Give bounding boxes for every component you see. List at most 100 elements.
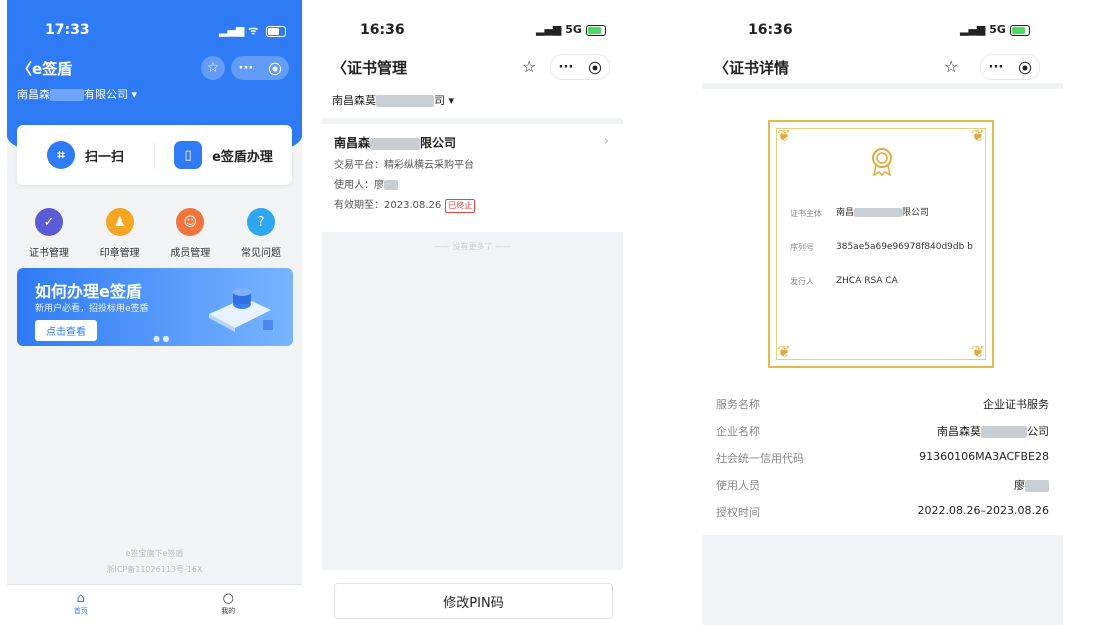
quick-actions-card: ⌗ 扫一扫 ▯ e签盾办理 xyxy=(17,125,292,185)
menu-label: 常见问题 xyxy=(240,248,281,259)
footer-brand: e签宝旗下e签盾 xyxy=(125,549,184,558)
menu-label: 证书管理 xyxy=(29,248,69,259)
guide-banner[interactable]: 如何办理e签盾 新用户必看，招投标用e签盾 点击查看 ● ● xyxy=(17,268,293,346)
tab-label: 我的 xyxy=(221,607,236,615)
network-type: 5G xyxy=(565,23,582,36)
mini-program-capsule[interactable]: ··· ⦿ xyxy=(550,54,610,80)
star-icon[interactable]: ☆ xyxy=(944,57,958,76)
no-more-hint: —— 没有更多了 —— xyxy=(433,242,512,251)
banner-title: 如何办理e签盾 xyxy=(35,282,142,301)
tab-mine[interactable]: ○ 我的 xyxy=(155,585,303,625)
phone-cert-management: 16:36 ▂▄▆ 5G 〈证书管理 ☆ ··· ⦿ 南昌森莫 司 ▾ 南昌森 限公司… xyxy=(322,0,623,625)
cert-issuer-label: 发行人 xyxy=(790,277,814,286)
cert-issuer-value: ZHCA RSA CA xyxy=(836,276,898,286)
tab-home[interactable]: ⌂ 首页 xyxy=(7,585,155,625)
banner-view-button[interactable]: 点击查看 xyxy=(35,320,97,341)
back-button[interactable]: 〈证书管理 xyxy=(332,57,407,78)
page-title: 证书详情 xyxy=(729,59,790,77)
menu-faq[interactable]: ? 常见问题 xyxy=(231,208,291,259)
back-button[interactable]: 〈e签盾 xyxy=(17,58,72,79)
no-more-text: 没有更多了 xyxy=(452,242,493,251)
status-badge: 已终止 xyxy=(445,199,476,213)
more-icon[interactable]: ··· xyxy=(239,61,254,76)
info-value: 企业证书服务 xyxy=(983,398,1049,411)
cert-serial-row: 序列号 385ae5a69e96978f840d9db b xyxy=(790,242,973,253)
close-target-icon[interactable]: ⦿ xyxy=(268,59,281,78)
mini-program-capsule[interactable]: ··· ⦿ xyxy=(980,54,1040,80)
apply-button[interactable]: ▯ e签盾办理 xyxy=(155,141,292,169)
chevron-right-icon: › xyxy=(603,134,609,149)
cert-user: 使用人：廖 xyxy=(334,176,398,191)
certificate-card: ❦ ❦ ❦ ❦ 证书主体 南昌 限公司 序列号 385ae5a69e96978f8… xyxy=(768,120,994,368)
redacted-block xyxy=(370,137,421,150)
shield-icon: ✓ xyxy=(35,208,63,236)
cert-platform: 交易平台：精彩纵横云采购平台 xyxy=(334,160,474,171)
company-selector[interactable]: 南昌森莫 司 ▾ xyxy=(332,92,454,108)
close-target-icon[interactable]: ⦿ xyxy=(1018,58,1031,77)
apply-label: e签盾办理 xyxy=(212,149,273,165)
tab-label: 首页 xyxy=(73,607,88,615)
more-icon[interactable]: ··· xyxy=(989,60,1004,75)
info-value: 91360106MA3ACFBE28 xyxy=(919,450,1049,463)
redacted-block xyxy=(384,180,398,190)
cert-user-text: 使用人：廖 xyxy=(334,180,384,191)
favorite-button[interactable]: ☆ xyxy=(201,56,225,80)
redacted-block xyxy=(981,426,1027,438)
info-value: 南昌森莫 公司 xyxy=(937,423,1049,439)
info-key: 企业名称 xyxy=(716,425,760,438)
tab-bar: ⌂ 首页 ○ 我的 xyxy=(7,584,302,625)
menu-label: 成员管理 xyxy=(170,248,211,259)
caret-down-icon: ▾ xyxy=(448,94,455,107)
redacted-block xyxy=(376,95,434,107)
redacted-block xyxy=(1025,480,1049,492)
ornament-corner-icon: ❦ xyxy=(777,342,791,361)
member-icon: ☺ xyxy=(176,208,205,236)
phone-home: 17:33 ▂▄▆ ᯤ 〈e签盾 ☆ ··· ⦿ 南昌森 有限公司 ▾ ⌗ 扫一扫 … xyxy=(7,0,302,625)
info-key: 授权时间 xyxy=(716,506,760,519)
info-value-part: 南昌森莫 xyxy=(937,425,981,438)
company-name-part: 司 xyxy=(434,94,445,107)
cert-serial-value: 385ae5a69e96978f840d9db b xyxy=(836,242,973,252)
scan-label: 扫一扫 xyxy=(84,149,124,165)
star-icon[interactable]: ☆ xyxy=(522,57,536,76)
cert-subject-label: 证书主体 xyxy=(790,209,822,218)
info-key: 使用人员 xyxy=(716,479,760,492)
status-time: 16:36 xyxy=(360,22,405,38)
company-selector[interactable]: 南昌森 有限公司 ▾ xyxy=(17,86,137,102)
company-name-part: 有限公司 xyxy=(84,88,128,101)
cert-company-part: 限公司 xyxy=(420,136,457,150)
carousel-dots: ● ● xyxy=(153,334,170,343)
cert-subject-part: 南昌 xyxy=(836,208,855,218)
cert-validity-text: 有效期至：2023.08.26 xyxy=(334,200,442,211)
mini-program-capsule[interactable]: ··· ⦿ xyxy=(231,56,289,80)
cert-issuer-row: 发行人 ZHCA RSA CA xyxy=(790,276,898,287)
cert-serial-label: 序列号 xyxy=(790,243,814,252)
menu-member-management[interactable]: ☺ 成员管理 xyxy=(160,208,220,259)
menu-seal-management[interactable]: ♟ 印章管理 xyxy=(90,208,150,259)
profile-icon: ○ xyxy=(222,591,234,606)
back-button[interactable]: 〈证书详情 xyxy=(714,57,789,78)
signal-battery-icon: ▂▄▆ 5G xyxy=(536,23,606,36)
info-value-part: 廖 xyxy=(1014,479,1025,492)
ornament-corner-icon: ❦ xyxy=(971,126,985,145)
more-icon[interactable]: ··· xyxy=(559,60,574,75)
ornament-corner-icon: ❦ xyxy=(777,126,791,145)
cert-subject-value: 南昌 限公司 xyxy=(836,207,986,219)
cert-list-item[interactable]: 南昌森 限公司 › 交易平台：精彩纵横云采购平台 使用人：廖 有效期至：2023.… xyxy=(322,124,623,232)
company-name-part: 南昌森莫 xyxy=(332,94,376,107)
scan-button[interactable]: ⌗ 扫一扫 xyxy=(17,141,154,169)
menu-cert-management[interactable]: ✓ 证书管理 xyxy=(19,208,79,259)
menu-label: 印章管理 xyxy=(99,248,140,259)
close-target-icon[interactable]: ⦿ xyxy=(588,58,601,77)
function-grid: ✓ 证书管理 ♟ 印章管理 ☺ 成员管理 ? 常见问题 xyxy=(19,208,291,259)
status-time: 17:33 xyxy=(45,22,90,38)
modify-pin-button[interactable]: 修改PIN码 xyxy=(334,583,613,619)
seal-icon: ♟ xyxy=(105,208,134,236)
back-icon: 〈 xyxy=(714,59,730,77)
status-time: 16:36 xyxy=(748,22,793,38)
cert-company-part: 南昌森 xyxy=(334,136,371,150)
cert-subject-part: 限公司 xyxy=(902,208,930,218)
caret-down-icon: ▾ xyxy=(131,88,138,101)
network-type: 5G xyxy=(989,23,1006,36)
cert-validity: 有效期至：2023.08.26 已终止 xyxy=(334,196,476,213)
